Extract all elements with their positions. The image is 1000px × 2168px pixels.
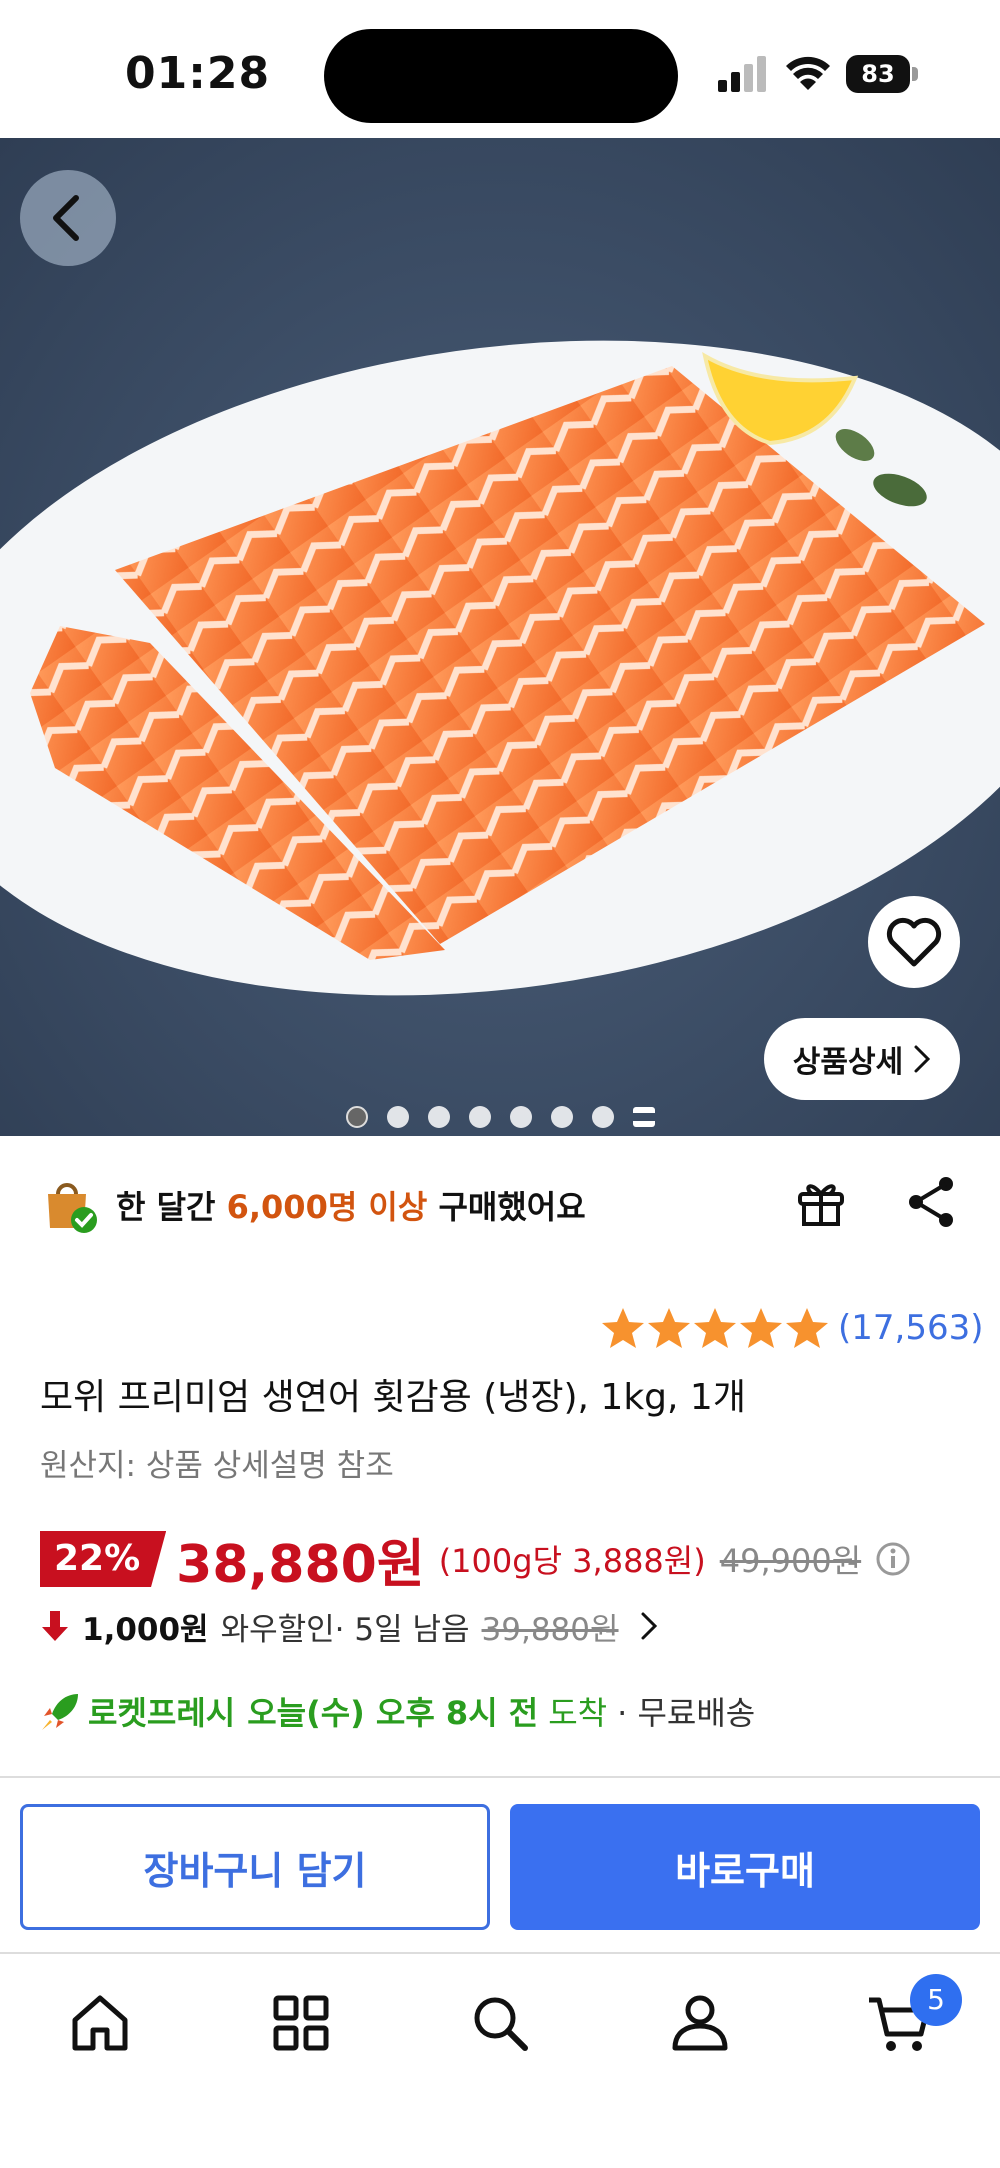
dynamic-island — [324, 29, 678, 123]
tab-category[interactable] — [266, 1988, 336, 2058]
chevron-right-icon — [914, 1045, 931, 1073]
free-shipping: · 무료배송 — [617, 1694, 756, 1732]
wow-remaining-days: · 5일 남음 — [334, 1611, 470, 1648]
rocket-icon — [42, 1694, 78, 1730]
tab-profile[interactable] — [665, 1988, 735, 2058]
status-bar: 01:28 83 — [0, 0, 1000, 138]
pager-dot[interactable] — [387, 1106, 409, 1128]
original-price: 49,900원 — [719, 1542, 862, 1580]
product-image[interactable]: 상품상세 — [0, 138, 1000, 1136]
image-pager-dots[interactable] — [346, 1106, 655, 1128]
battery-icon: 83 — [846, 55, 918, 93]
search-icon — [474, 1997, 528, 2051]
product-detail-button[interactable]: 상품상세 — [764, 1018, 960, 1100]
arrow-down-icon — [42, 1611, 68, 1641]
chevron-right-icon — [641, 1612, 657, 1640]
shopping-bag-icon — [48, 1183, 97, 1233]
product-origin: 원산지: 상품 상세설명 참조 — [40, 1448, 394, 1484]
cta-bar: 장바구니 담기 바로구매 — [0, 1776, 1000, 1952]
battery-level: 83 — [846, 55, 910, 93]
share-icon[interactable] — [904, 1174, 960, 1230]
cart-badge: 5 — [910, 1974, 962, 2026]
salmon-photo — [0, 340, 1000, 996]
back-button[interactable] — [20, 170, 116, 266]
pager-more-indicator[interactable] — [633, 1107, 655, 1127]
rocket-fresh-label: 로켓프레시 — [88, 1694, 236, 1732]
bottom-tab-bar: 5 — [0, 1952, 1000, 2168]
category-icon — [273, 1995, 329, 2051]
status-time: 01:28 — [125, 48, 271, 99]
star-icon — [740, 1308, 782, 1348]
pager-dot[interactable] — [469, 1106, 491, 1128]
star-icon — [786, 1308, 828, 1348]
rating-row[interactable]: (17,563) — [600, 1305, 984, 1351]
wishlist-button[interactable] — [868, 896, 960, 988]
tab-search[interactable] — [465, 1988, 535, 2058]
pager-dot[interactable] — [346, 1106, 368, 1128]
tab-home[interactable] — [65, 1988, 135, 2058]
product-detail-label: 상품상세 — [792, 1045, 904, 1080]
heart-icon — [886, 917, 942, 967]
wow-discount-row[interactable]: 1,000원 와우할인 · 5일 남음 39,880원 — [40, 1600, 659, 1652]
purchase-count-row: 한 달간 6,000명 이상 구매했어요 — [40, 1170, 960, 1240]
buy-now-button[interactable]: 바로구매 — [510, 1804, 980, 1930]
pager-dot[interactable] — [428, 1106, 450, 1128]
pager-dot[interactable] — [592, 1106, 614, 1128]
delivery-row: 로켓프레시 오늘(수) 오후 8시 전 도착 · 무료배송 — [40, 1685, 755, 1737]
star-icon — [694, 1308, 736, 1348]
product-title: 모위 프리미엄 생연어 횟감용 (냉장), 1kg, 1개 — [40, 1377, 746, 1418]
wifi-icon — [786, 56, 830, 90]
profile-icon — [672, 1995, 728, 2051]
star-icon — [602, 1308, 644, 1348]
signal-icon — [718, 56, 766, 92]
delivery-time: 오늘(수) 오후 8시 전 — [247, 1694, 539, 1732]
wow-discount-label: 와우할인 — [220, 1611, 335, 1648]
sale-price: 38,880원 — [176, 1534, 425, 1595]
discount-badge: 22% — [40, 1531, 167, 1587]
info-icon[interactable] — [875, 1541, 911, 1577]
pager-dot[interactable] — [551, 1106, 573, 1128]
gift-icon[interactable] — [792, 1172, 852, 1232]
home-icon — [72, 1995, 128, 2051]
wow-discount-amount: 1,000원 — [82, 1611, 209, 1648]
pager-dot[interactable] — [510, 1106, 532, 1128]
rating-count[interactable]: (17,563) — [838, 1308, 984, 1348]
wow-original-price: 39,880원 — [481, 1611, 619, 1648]
delivery-arrive: 도착 — [548, 1694, 608, 1732]
price-row: 22% 38,880원 (100g당 3,888원) 49,900원 — [40, 1524, 911, 1595]
add-to-cart-button[interactable]: 장바구니 담기 — [20, 1804, 490, 1930]
star-icon — [648, 1308, 690, 1348]
purchase-count-text: 한 달간 6,000명 이상 구매했어요 — [116, 1188, 586, 1226]
unit-price: (100g당 3,888원) — [438, 1542, 706, 1580]
chevron-left-icon — [53, 195, 79, 241]
